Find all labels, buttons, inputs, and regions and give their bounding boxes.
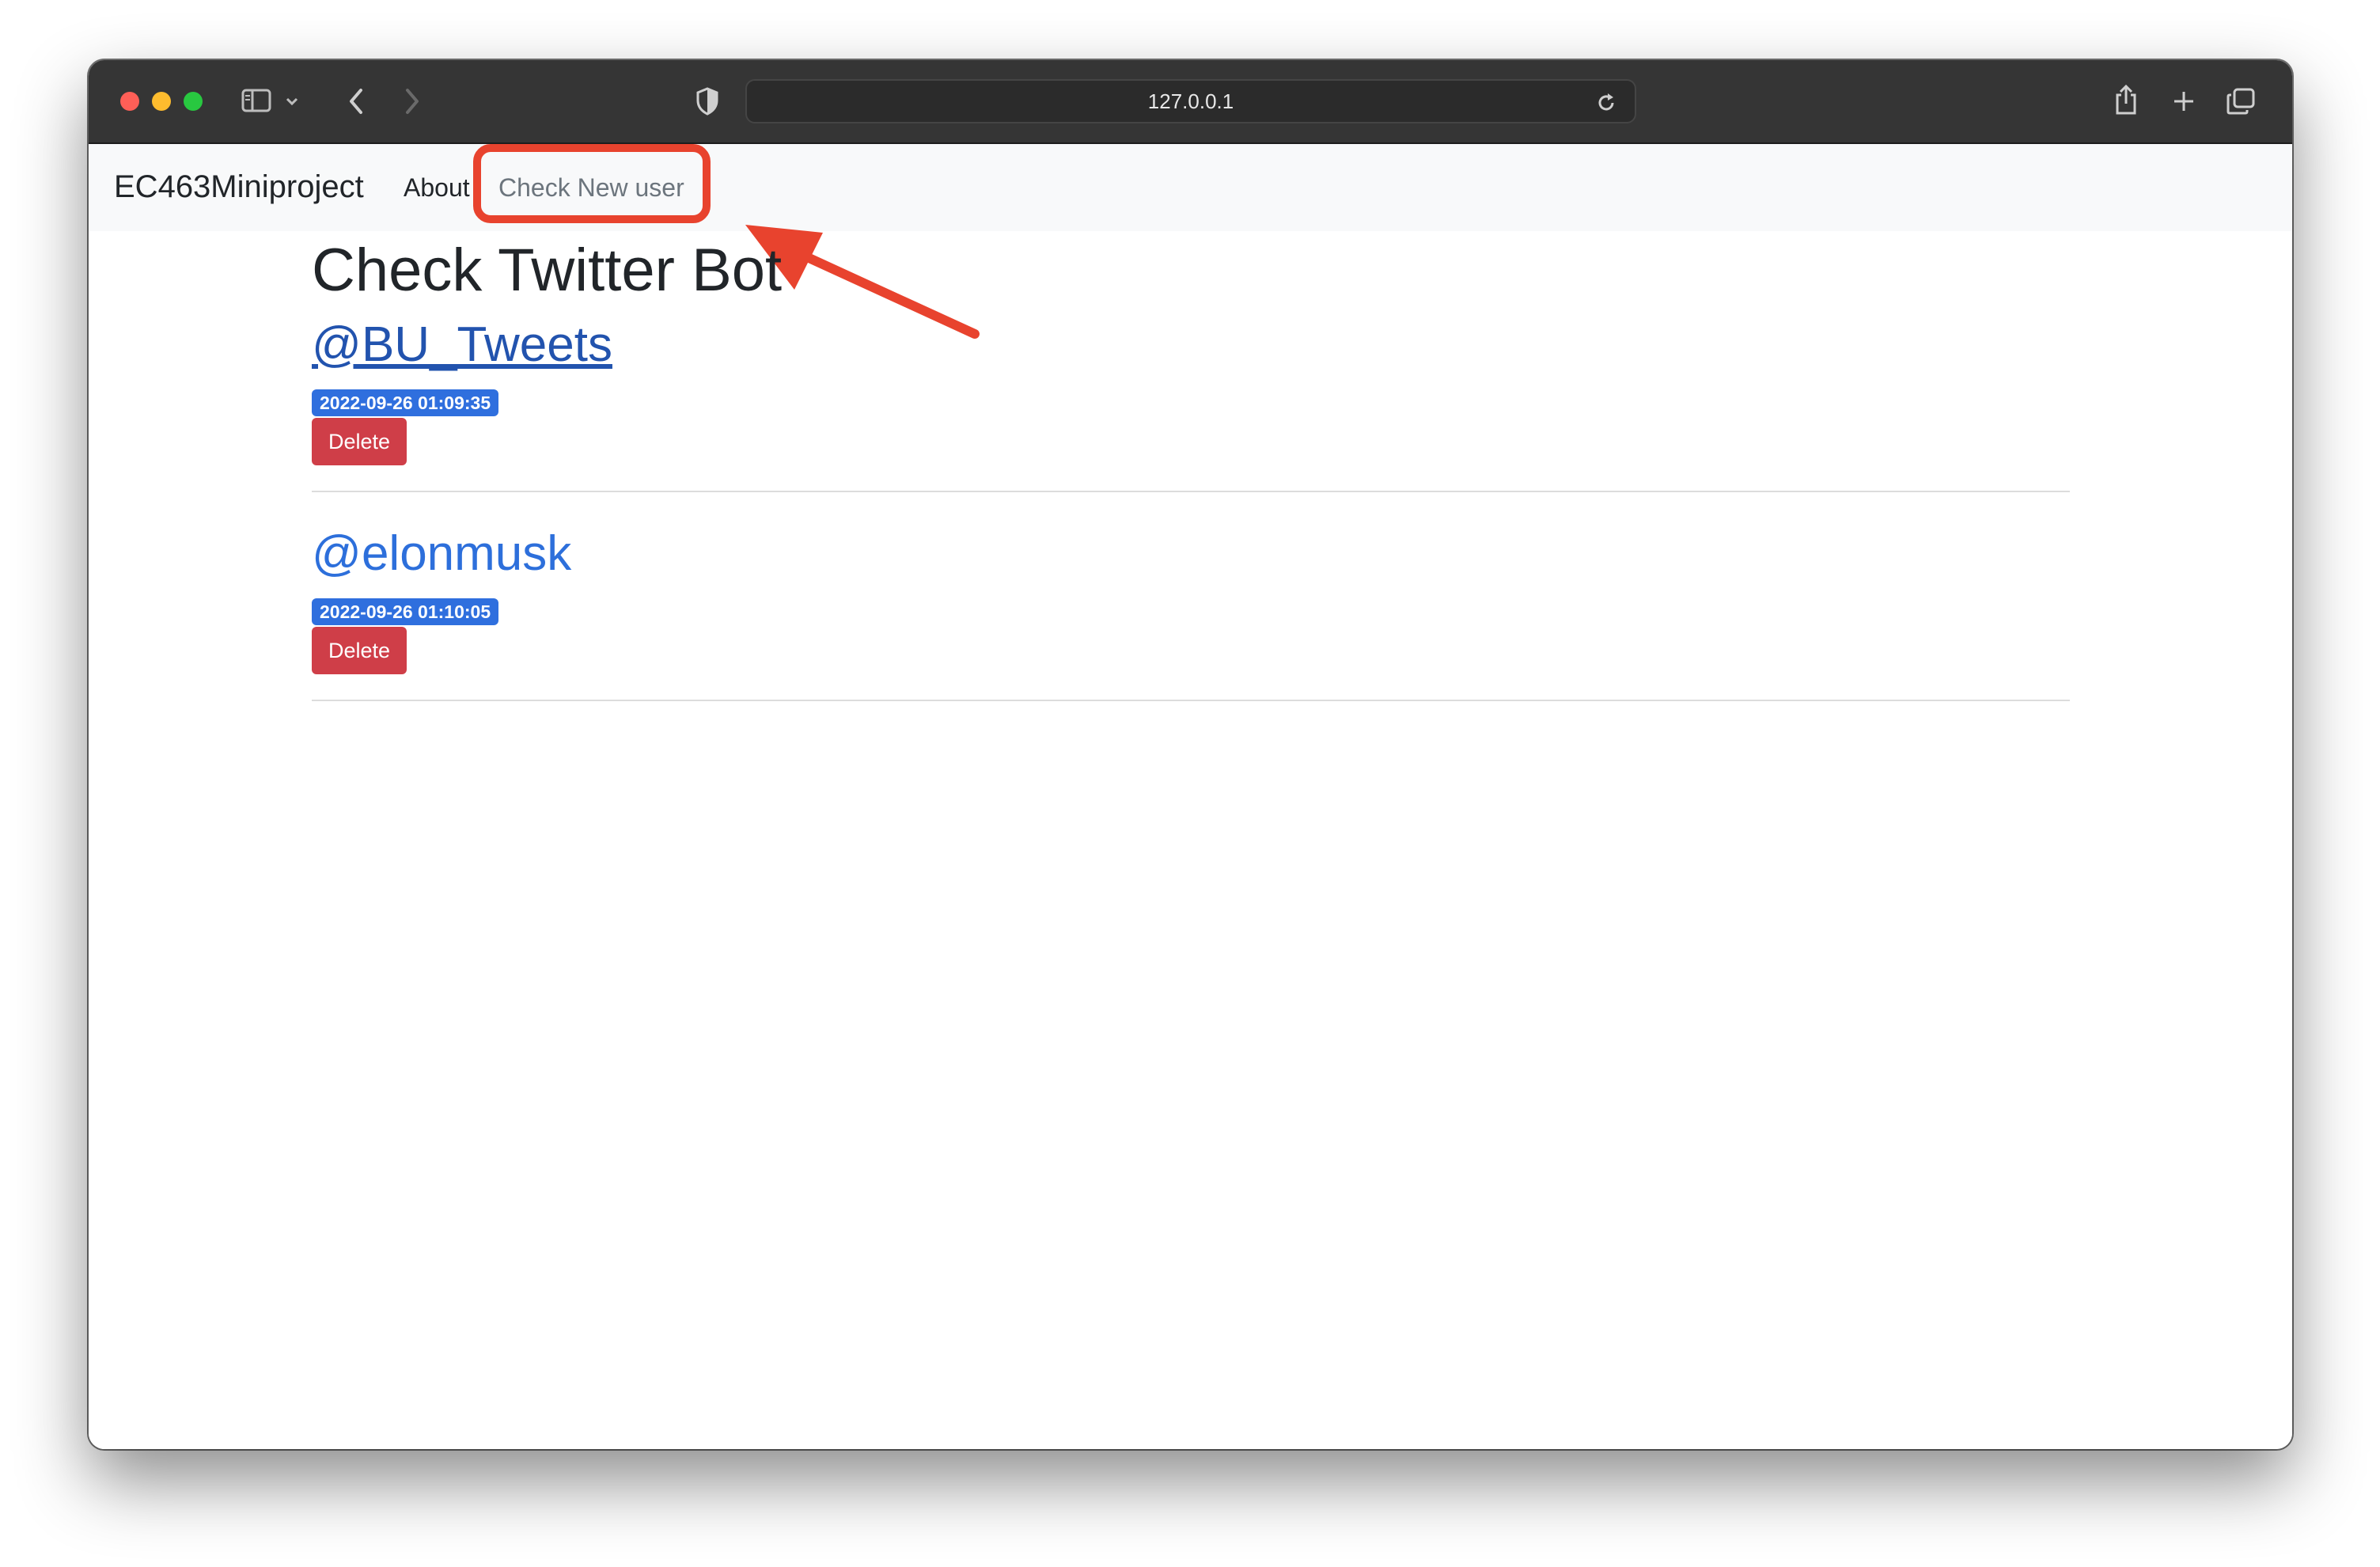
timestamp-badge: 2022-09-26 01:09:35 — [312, 389, 499, 416]
share-icon[interactable] — [2110, 81, 2142, 119]
delete-button[interactable]: Delete — [312, 627, 407, 674]
reload-icon[interactable] — [1594, 90, 1619, 116]
nav-link-about[interactable]: About — [404, 173, 470, 203]
minimize-window-button[interactable] — [152, 92, 171, 111]
plus-icon[interactable] — [2168, 85, 2200, 117]
zoom-window-button[interactable] — [184, 92, 203, 111]
chevron-down-icon[interactable] — [282, 90, 301, 112]
back-icon[interactable] — [340, 85, 372, 117]
divider — [312, 491, 2070, 492]
user-handle-link[interactable]: @BU_Tweets — [312, 313, 612, 377]
browser-toolbar: 127.0.0.1 — [89, 60, 2292, 144]
address-bar[interactable]: 127.0.0.1 — [745, 79, 1636, 123]
sidebar-icon[interactable] — [241, 87, 272, 114]
user-handle-link[interactable]: @elonmusk — [312, 522, 571, 586]
timestamp-badge: 2022-09-26 01:10:05 — [312, 598, 499, 625]
annotation-highlight-box — [473, 144, 711, 223]
navbar-brand[interactable]: EC463Miniproject — [114, 169, 364, 205]
user-entry: @elonmusk 2022-09-26 01:10:05 Delete — [312, 516, 2070, 701]
user-entry: @BU_Tweets 2022-09-26 01:09:35 Delete — [312, 307, 2070, 492]
page-viewport: EC463Miniproject About Check New user Ch… — [89, 144, 2292, 1449]
main-container: Check Twitter Bot @BU_Tweets 2022-09-26 … — [312, 231, 2070, 701]
navbar: EC463Miniproject About Check New user — [89, 144, 2292, 339]
tab-overview-icon[interactable] — [2223, 85, 2258, 117]
page-title: Check Twitter Bot — [312, 237, 783, 304]
address-text: 127.0.0.1 — [1147, 89, 1234, 113]
browser-window: 127.0.0.1 EC463Miniproject About Check N… — [89, 60, 2292, 1449]
delete-button[interactable]: Delete — [312, 418, 407, 465]
close-window-button[interactable] — [120, 92, 139, 111]
shield-icon[interactable] — [692, 84, 723, 119]
forward-icon[interactable] — [396, 85, 428, 117]
divider — [312, 700, 2070, 701]
